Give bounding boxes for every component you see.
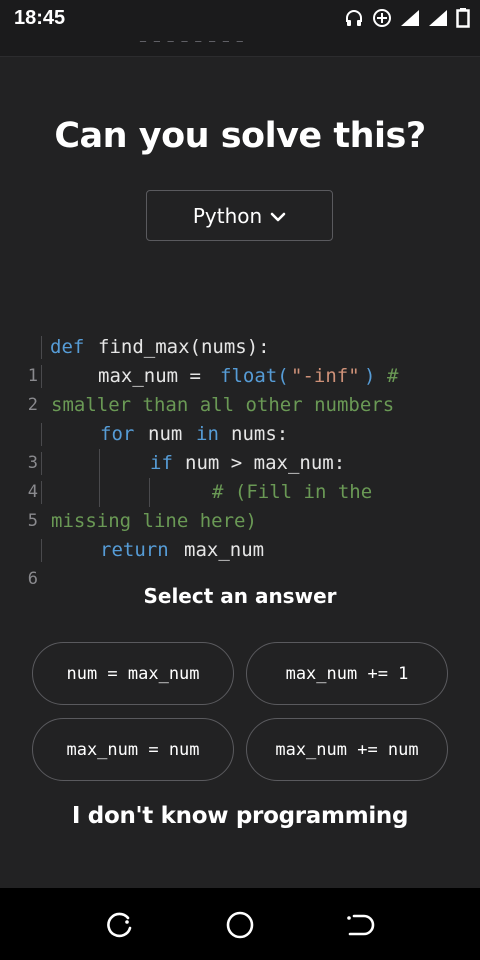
code-line-wrap: smaller than all other numbers xyxy=(0,391,480,420)
code-token: in xyxy=(196,423,219,445)
code-token: num xyxy=(148,423,183,445)
answer-option[interactable]: max_num = num xyxy=(32,718,234,781)
back-icon[interactable] xyxy=(342,908,376,942)
code-token: "-inf" xyxy=(291,365,360,387)
headphones-icon xyxy=(344,8,364,28)
code-token: def xyxy=(50,336,85,358)
status-bar: 18:45 xyxy=(0,0,480,36)
code-token: max_num = xyxy=(98,365,201,387)
answer-option[interactable]: max_num += num xyxy=(246,718,448,781)
url-strip: _ _ _ _ _ _ _ _ xyxy=(0,36,480,57)
code-token: # (Fill in the xyxy=(212,481,373,503)
page-title: Can you solve this? xyxy=(54,116,426,156)
answer-option[interactable]: num = max_num xyxy=(32,642,234,705)
cell-signal-icon xyxy=(428,8,448,28)
language-select-value: Python xyxy=(192,203,263,228)
code-token: ) xyxy=(364,365,376,387)
battery-icon xyxy=(456,8,470,28)
code-token: float( xyxy=(220,365,289,387)
code-block: 1 def find_max(nums): 2 max_num = float(… xyxy=(0,333,480,589)
answer-option[interactable]: max_num += 1 xyxy=(246,642,448,705)
code-token: for xyxy=(100,423,135,445)
data-saver-icon xyxy=(372,8,392,28)
code-token: find_max(nums): xyxy=(98,336,270,358)
navigation-bar xyxy=(0,888,480,960)
code-token: max_num xyxy=(184,539,265,561)
code-token: # xyxy=(387,365,399,387)
code-line: 1 def find_max(nums): xyxy=(0,333,480,386)
recents-icon[interactable] xyxy=(103,908,137,942)
code-token: num > max_num: xyxy=(185,452,346,474)
language-select[interactable]: Python xyxy=(146,190,333,241)
code-token: missing line here) xyxy=(51,510,257,532)
code-line: 5 # (Fill in the xyxy=(0,478,480,531)
dont-know-programming-link[interactable]: I don't know programming xyxy=(0,803,480,829)
code-token: nums: xyxy=(231,423,289,445)
status-time: 18:45 xyxy=(14,7,66,29)
code-line-wrap: missing line here) xyxy=(0,507,480,536)
code-line: 3 for num in nums: xyxy=(0,420,480,473)
code-line: 6 return max_num xyxy=(0,536,480,589)
select-answer-label: Select an answer xyxy=(143,584,337,608)
code-token: return xyxy=(100,539,169,561)
code-line: 4 if num > max_num: xyxy=(0,449,480,502)
home-icon[interactable] xyxy=(223,908,257,942)
code-token: smaller than all other numbers xyxy=(51,394,395,416)
wifi-signal-icon xyxy=(400,8,420,28)
code-line: 2 max_num = float( "-inf" ) # xyxy=(0,362,480,415)
status-icons xyxy=(344,8,470,28)
code-token: if xyxy=(150,452,173,474)
chevron-down-icon xyxy=(270,204,286,228)
